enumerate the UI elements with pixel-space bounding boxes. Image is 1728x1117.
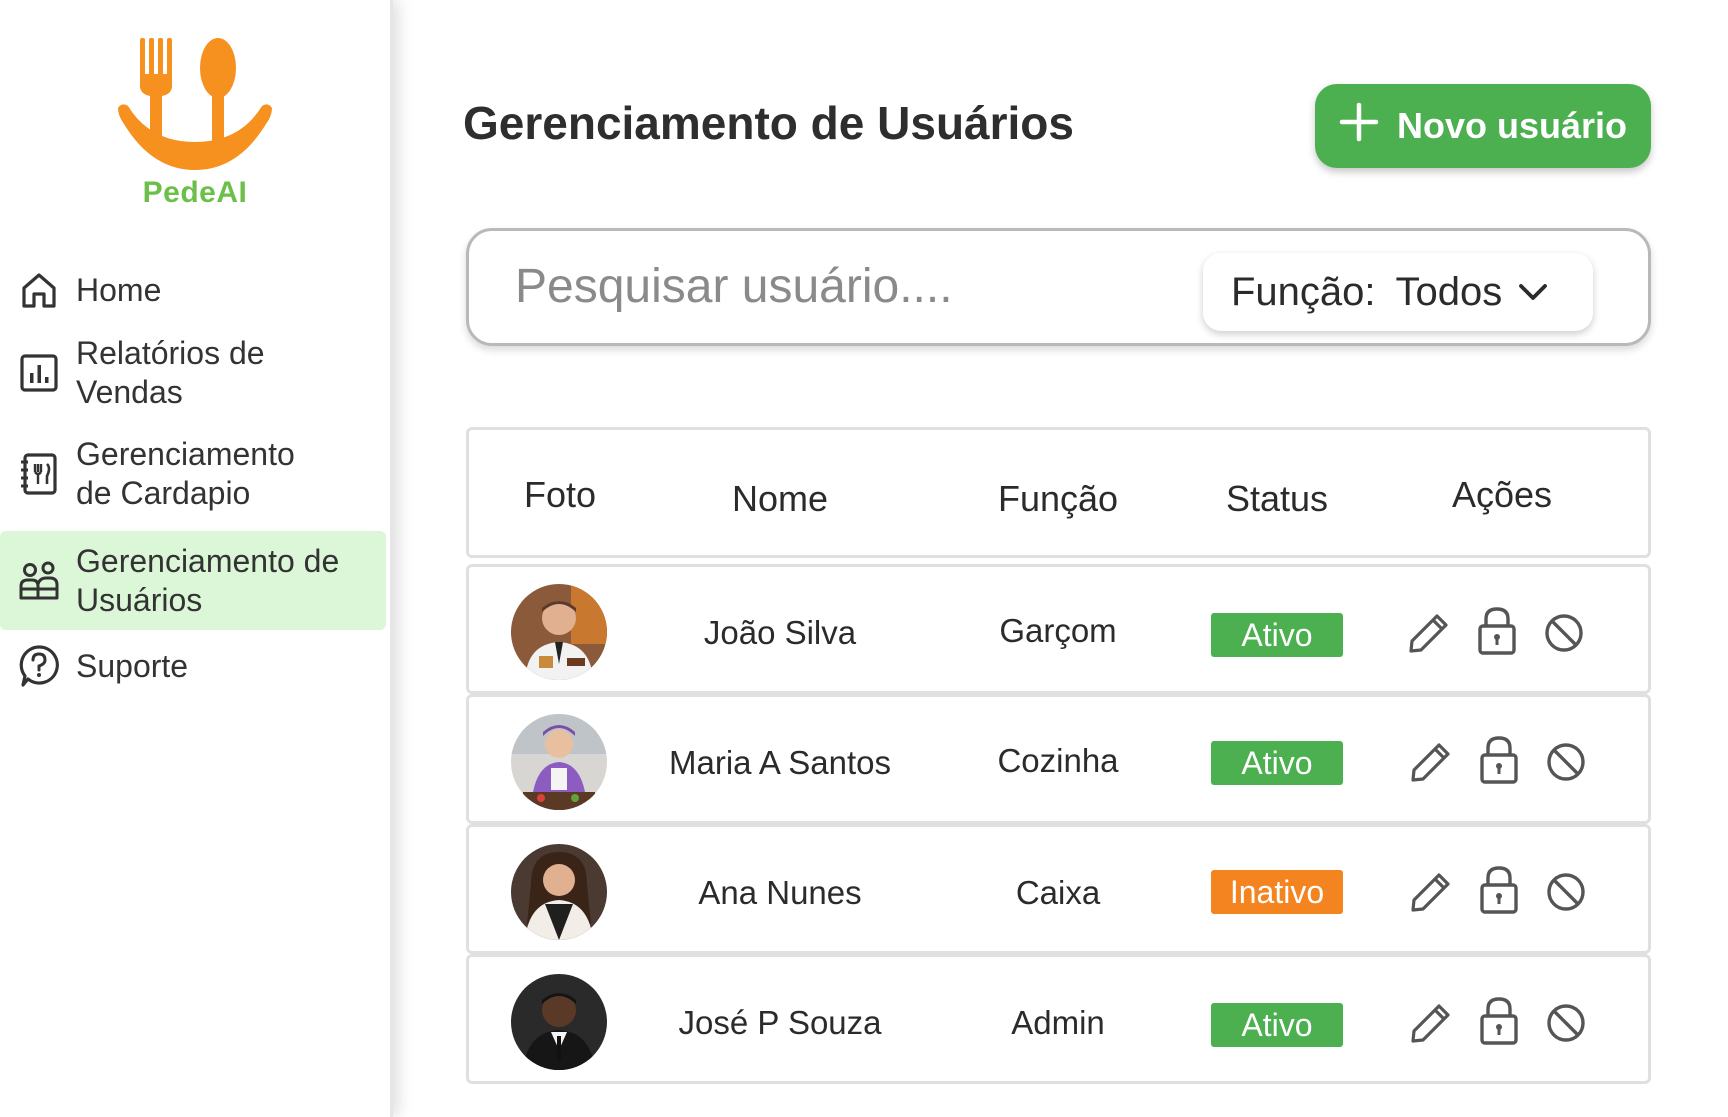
- sidebar-item-support[interactable]: Suporte: [0, 640, 386, 692]
- user-role: Admin: [1011, 1004, 1105, 1041]
- avatar: [511, 974, 607, 1070]
- sidebar-item-menu-management[interactable]: Gerenciamento de Cardapio: [0, 434, 386, 514]
- sidebar-item-label: Relatórios de: [76, 335, 265, 371]
- lock-icon[interactable]: [1475, 997, 1523, 1045]
- table-row: José P Souza Admin Ativo: [466, 954, 1651, 1084]
- fork-spoon-smile-icon: [118, 38, 272, 170]
- avatar: [511, 584, 607, 680]
- status-badge: Ativo: [1211, 741, 1343, 785]
- sidebar-item-label: Home: [76, 271, 162, 308]
- status-badge: Ativo: [1211, 613, 1343, 657]
- page-title: Gerenciamento de Usuários: [463, 97, 1074, 149]
- user-name: Ana Nunes: [698, 874, 862, 911]
- column-header-foto: Foto: [523, 474, 597, 515]
- home-icon: [0, 270, 76, 310]
- block-icon[interactable]: [1542, 868, 1590, 916]
- column-header-nome: Nome: [731, 478, 829, 519]
- search-input[interactable]: Pesquisar usuário....: [515, 259, 953, 314]
- avatar: [511, 714, 607, 810]
- status-badge: Ativo: [1211, 1003, 1343, 1047]
- block-icon[interactable]: [1542, 738, 1590, 786]
- user-name: João Silva: [703, 614, 857, 651]
- block-icon[interactable]: [1540, 609, 1588, 657]
- lock-icon[interactable]: [1475, 866, 1523, 914]
- table-row: Ana Nunes Caixa Inativo: [466, 824, 1651, 954]
- sidebar-item-label: Gerenciamento: [76, 436, 295, 472]
- sidebar-item-sales-reports[interactable]: Relatórios de Vendas: [0, 333, 386, 413]
- menu-book-icon: [0, 452, 76, 496]
- bar-chart-icon: [0, 353, 76, 393]
- lock-icon[interactable]: [1473, 607, 1521, 655]
- edit-icon[interactable]: [1407, 999, 1455, 1047]
- chevron-down-icon: [1516, 280, 1550, 304]
- sidebar-item-label-line2: Usuários: [76, 581, 203, 618]
- lock-icon[interactable]: [1475, 736, 1523, 784]
- new-user-button[interactable]: Novo usuário: [1315, 84, 1651, 168]
- sidebar-item-users[interactable]: Gerenciamento de Usuários: [0, 531, 386, 630]
- filter-label: Função:: [1231, 269, 1376, 314]
- users-icon: [0, 560, 76, 602]
- sidebar-item-label-line2: de Cardapio: [76, 475, 251, 511]
- user-role: Cozinha: [997, 742, 1119, 779]
- column-header-funcao: Função: [997, 478, 1119, 519]
- brand-name: PedeAI: [142, 176, 248, 209]
- column-header-status: Status: [1225, 478, 1329, 519]
- table-row: Maria A Santos Cozinha Ativo: [466, 694, 1651, 824]
- user-role: Garçom: [999, 612, 1117, 649]
- edit-icon[interactable]: [1405, 609, 1453, 657]
- role-filter-dropdown[interactable]: Função: Todos: [1203, 253, 1593, 331]
- help-icon: [0, 644, 76, 688]
- block-icon[interactable]: [1542, 999, 1590, 1047]
- user-name: José P Souza: [678, 1004, 882, 1041]
- table-header: Foto Nome Função Status Ações: [466, 427, 1651, 558]
- user-name: Maria A Santos: [669, 744, 891, 781]
- sidebar-item-label-line2: Vendas: [76, 374, 183, 410]
- sidebar-item-home[interactable]: Home: [0, 264, 386, 316]
- filter-value: Todos: [1395, 269, 1503, 314]
- plus-icon: [1339, 102, 1379, 151]
- status-badge: Inativo: [1211, 870, 1343, 914]
- brand-logo: PedeAI: [110, 30, 280, 215]
- search-bar: Pesquisar usuário.... Função: Todos: [466, 228, 1651, 346]
- edit-icon[interactable]: [1407, 738, 1455, 786]
- user-role: Caixa: [1015, 874, 1101, 911]
- sidebar-item-label: Gerenciamento de: [76, 542, 340, 579]
- column-header-acoes: Ações: [1451, 474, 1553, 515]
- sidebar: PedeAI Home Relatórios de Vendas Gerenci…: [0, 0, 393, 1117]
- edit-icon[interactable]: [1407, 868, 1455, 916]
- sidebar-item-label: Suporte: [76, 647, 189, 684]
- table-row: João Silva Garçom Ativo: [466, 564, 1651, 694]
- new-user-button-label: Novo usuário: [1396, 105, 1628, 146]
- avatar: [511, 844, 607, 940]
